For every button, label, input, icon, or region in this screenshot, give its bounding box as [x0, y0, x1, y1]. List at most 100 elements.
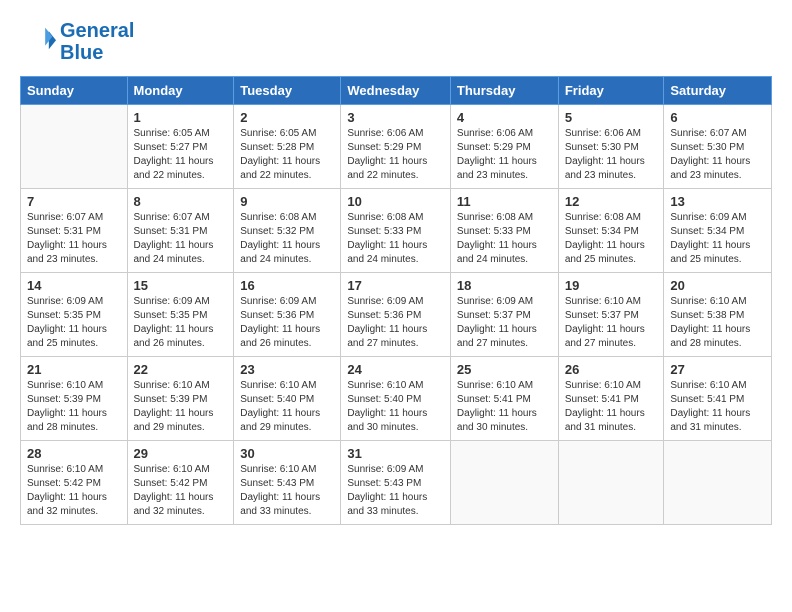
logo-blue: Blue: [60, 42, 134, 64]
day-header-saturday: Saturday: [664, 77, 772, 105]
calendar-cell: 1 Sunrise: 6:05 AM Sunset: 5:27 PM Daylig…: [127, 105, 234, 189]
calendar-cell: [21, 105, 128, 189]
day-number: 9: [240, 194, 334, 209]
calendar-cell: 22 Sunrise: 6:10 AM Sunset: 5:39 PM Dayli…: [127, 357, 234, 441]
day-number: 20: [670, 278, 765, 293]
day-number: 25: [457, 362, 552, 377]
day-number: 27: [670, 362, 765, 377]
days-header-row: SundayMondayTuesdayWednesdayThursdayFrid…: [21, 77, 772, 105]
header: General Blue: [20, 20, 772, 64]
day-number: 23: [240, 362, 334, 377]
day-info: Sunrise: 6:10 AM Sunset: 5:40 PM Dayligh…: [347, 379, 444, 435]
calendar-cell: 18 Sunrise: 6:09 AM Sunset: 5:37 PM Dayli…: [450, 273, 558, 357]
day-number: 5: [565, 110, 658, 125]
calendar-cell: 19 Sunrise: 6:10 AM Sunset: 5:37 PM Dayli…: [558, 273, 664, 357]
day-info: Sunrise: 6:08 AM Sunset: 5:34 PM Dayligh…: [565, 211, 658, 267]
day-number: 18: [457, 278, 552, 293]
calendar-cell: 23 Sunrise: 6:10 AM Sunset: 5:40 PM Dayli…: [234, 357, 341, 441]
day-number: 16: [240, 278, 334, 293]
day-info: Sunrise: 6:09 AM Sunset: 5:37 PM Dayligh…: [457, 295, 552, 351]
week-row-3: 21 Sunrise: 6:10 AM Sunset: 5:39 PM Dayli…: [21, 357, 772, 441]
day-number: 2: [240, 110, 334, 125]
day-number: 19: [565, 278, 658, 293]
calendar-cell: 5 Sunrise: 6:06 AM Sunset: 5:30 PM Daylig…: [558, 105, 664, 189]
day-info: Sunrise: 6:06 AM Sunset: 5:30 PM Dayligh…: [565, 127, 658, 183]
calendar-cell: 27 Sunrise: 6:10 AM Sunset: 5:41 PM Dayli…: [664, 357, 772, 441]
calendar-cell: 7 Sunrise: 6:07 AM Sunset: 5:31 PM Daylig…: [21, 189, 128, 273]
day-number: 29: [134, 446, 228, 461]
calendar-cell: 4 Sunrise: 6:06 AM Sunset: 5:29 PM Daylig…: [450, 105, 558, 189]
calendar-cell: 28Sunrise: 6:10 AM Sunset: 5:42 PM Dayli…: [21, 441, 128, 525]
day-number: 21: [27, 362, 121, 377]
calendar-table: SundayMondayTuesdayWednesdayThursdayFrid…: [20, 76, 772, 525]
day-info: Sunrise: 6:09 AM Sunset: 5:34 PM Dayligh…: [670, 211, 765, 267]
calendar-cell: 12 Sunrise: 6:08 AM Sunset: 5:34 PM Dayli…: [558, 189, 664, 273]
day-header-monday: Monday: [127, 77, 234, 105]
day-info: Sunrise: 6:10 AM Sunset: 5:40 PM Dayligh…: [240, 379, 334, 435]
day-number: 10: [347, 194, 444, 209]
logo-general: General: [60, 20, 134, 42]
calendar-cell: 14 Sunrise: 6:09 AM Sunset: 5:35 PM Dayli…: [21, 273, 128, 357]
calendar-cell: [664, 441, 772, 525]
day-info: Sunrise: 6:07 AM Sunset: 5:30 PM Dayligh…: [670, 127, 765, 183]
calendar-cell: 25 Sunrise: 6:10 AM Sunset: 5:41 PM Dayli…: [450, 357, 558, 441]
day-header-friday: Friday: [558, 77, 664, 105]
day-info: Sunrise: 6:10 AM Sunset: 5:41 PM Dayligh…: [670, 379, 765, 435]
day-info: Sunrise: 6:10 AM Sunset: 5:38 PM Dayligh…: [670, 295, 765, 351]
calendar-cell: 31Sunrise: 6:09 AM Sunset: 5:43 PM Dayli…: [341, 441, 451, 525]
day-info: Sunrise: 6:10 AM Sunset: 5:43 PM Dayligh…: [240, 463, 334, 519]
calendar-cell: 13 Sunrise: 6:09 AM Sunset: 5:34 PM Dayli…: [664, 189, 772, 273]
day-info: Sunrise: 6:05 AM Sunset: 5:28 PM Dayligh…: [240, 127, 334, 183]
day-header-wednesday: Wednesday: [341, 77, 451, 105]
day-number: 22: [134, 362, 228, 377]
calendar-cell: 17 Sunrise: 6:09 AM Sunset: 5:36 PM Dayli…: [341, 273, 451, 357]
day-number: 4: [457, 110, 552, 125]
day-header-thursday: Thursday: [450, 77, 558, 105]
day-number: 7: [27, 194, 121, 209]
calendar-cell: [450, 441, 558, 525]
calendar-cell: 26Sunrise: 6:10 AM Sunset: 5:41 PM Dayli…: [558, 357, 664, 441]
day-number: 26: [565, 362, 658, 377]
week-row-1: 7 Sunrise: 6:07 AM Sunset: 5:31 PM Daylig…: [21, 189, 772, 273]
calendar-cell: 29 Sunrise: 6:10 AM Sunset: 5:42 PM Dayli…: [127, 441, 234, 525]
calendar-cell: 24 Sunrise: 6:10 AM Sunset: 5:40 PM Dayli…: [341, 357, 451, 441]
day-info: Sunrise: 6:06 AM Sunset: 5:29 PM Dayligh…: [347, 127, 444, 183]
day-info: Sunrise: 6:10 AM Sunset: 5:42 PM Dayligh…: [134, 463, 228, 519]
day-info: Sunrise: 6:07 AM Sunset: 5:31 PM Dayligh…: [134, 211, 228, 267]
day-info: Sunrise: 6:07 AM Sunset: 5:31 PM Dayligh…: [27, 211, 121, 267]
day-info: Sunrise: 6:10 AM Sunset: 5:41 PM Dayligh…: [457, 379, 552, 435]
day-info: Sunrise: 6:05 AM Sunset: 5:27 PM Dayligh…: [134, 127, 228, 183]
calendar-cell: 8 Sunrise: 6:07 AM Sunset: 5:31 PM Daylig…: [127, 189, 234, 273]
day-info: Sunrise: 6:09 AM Sunset: 5:35 PM Dayligh…: [27, 295, 121, 351]
day-number: 15: [134, 278, 228, 293]
day-number: 24: [347, 362, 444, 377]
day-number: 13: [670, 194, 765, 209]
calendar-cell: 9 Sunrise: 6:08 AM Sunset: 5:32 PM Daylig…: [234, 189, 341, 273]
day-number: 17: [347, 278, 444, 293]
calendar-cell: 21Sunrise: 6:10 AM Sunset: 5:39 PM Dayli…: [21, 357, 128, 441]
day-info: Sunrise: 6:09 AM Sunset: 5:43 PM Dayligh…: [347, 463, 444, 519]
day-header-tuesday: Tuesday: [234, 77, 341, 105]
day-info: Sunrise: 6:09 AM Sunset: 5:36 PM Dayligh…: [240, 295, 334, 351]
day-number: 12: [565, 194, 658, 209]
day-number: 14: [27, 278, 121, 293]
day-info: Sunrise: 6:06 AM Sunset: 5:29 PM Dayligh…: [457, 127, 552, 183]
day-number: 8: [134, 194, 228, 209]
day-info: Sunrise: 6:08 AM Sunset: 5:32 PM Dayligh…: [240, 211, 334, 267]
day-number: 30: [240, 446, 334, 461]
calendar-cell: 16 Sunrise: 6:09 AM Sunset: 5:36 PM Dayli…: [234, 273, 341, 357]
week-row-4: 28 Sunrise: 6:10 AM Sunset: 5:42 PM Dayli…: [21, 441, 772, 525]
day-number: 1: [134, 110, 228, 125]
calendar-cell: [558, 441, 664, 525]
day-info: Sunrise: 6:08 AM Sunset: 5:33 PM Dayligh…: [457, 211, 552, 267]
day-info: Sunrise: 6:08 AM Sunset: 5:33 PM Dayligh…: [347, 211, 444, 267]
calendar-cell: 6 Sunrise: 6:07 AM Sunset: 5:30 PM Daylig…: [664, 105, 772, 189]
page: General Blue SundayMondayTuesdayWednesda…: [0, 0, 792, 612]
calendar-cell: 3 Sunrise: 6:06 AM Sunset: 5:29 PM Daylig…: [341, 105, 451, 189]
day-info: Sunrise: 6:10 AM Sunset: 5:37 PM Dayligh…: [565, 295, 658, 351]
day-info: Sunrise: 6:09 AM Sunset: 5:36 PM Dayligh…: [347, 295, 444, 351]
day-number: 6: [670, 110, 765, 125]
day-info: Sunrise: 6:10 AM Sunset: 5:39 PM Dayligh…: [134, 379, 228, 435]
day-number: 3: [347, 110, 444, 125]
day-number: 28: [27, 446, 121, 461]
